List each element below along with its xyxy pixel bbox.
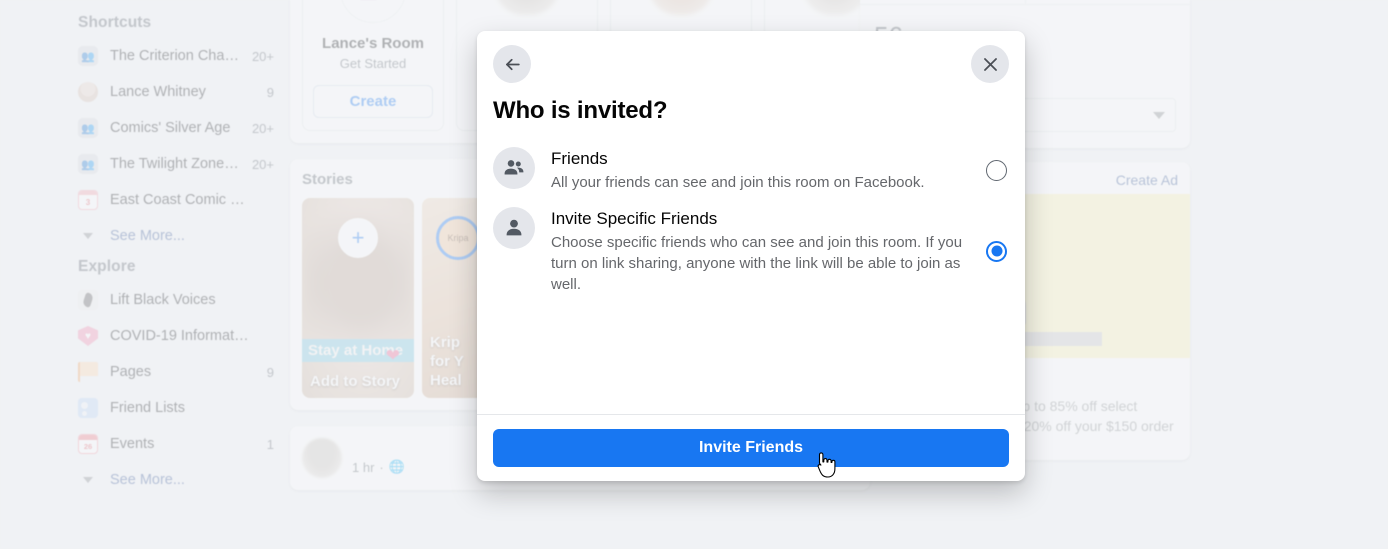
sidebar-item-lance-whitney[interactable]: Lance Whitney 9 [70, 76, 282, 108]
modal-body: Who is invited? Friends All your friends… [477, 97, 1025, 414]
add-to-story-tile[interactable]: + Stay at Home ❤ Add to Story [302, 198, 414, 398]
events-calendar-icon: 26 [78, 434, 98, 454]
sidebar-item-label: The Criterion Chan… [110, 48, 240, 64]
sidebar-item-east-coast-comic[interactable]: 3 East Coast Comic … [70, 184, 282, 216]
close-button[interactable] [971, 45, 1009, 83]
create-room-tile[interactable]: + Lance's Room Get Started Create [302, 0, 444, 131]
sidebar-item-label: Friend Lists [110, 400, 185, 416]
sidebar-item-label: The Twilight Zone … [110, 156, 240, 172]
sidebar-item-criterion-channel[interactable]: 👥 The Criterion Chan… 20+ [70, 40, 282, 72]
sidebar-item-badge: 20+ [251, 120, 274, 136]
sidebar-heading-explore: Explore [78, 258, 136, 275]
option-friends-title: Friends [551, 149, 608, 168]
single-person-icon [493, 207, 535, 249]
modal-title: Who is invited? [493, 97, 668, 124]
sidebar-item-label: Lance Whitney [110, 84, 206, 100]
room-subtitle: Get Started [339, 56, 407, 71]
sidebar-item-lift-black-voices[interactable]: Lift Black Voices [70, 284, 282, 316]
group-icon: 👥 [78, 154, 98, 174]
sidebar-item-pages[interactable]: Pages 9 [70, 356, 282, 388]
see-more-label: See More... [110, 472, 185, 488]
room-icon-circle: + [340, 0, 406, 23]
option-invite-specific-text: Invite Specific Friends Choose specific … [551, 207, 970, 295]
story-author-avatar: Kripa [436, 216, 480, 260]
add-to-story-label: Add to Story [310, 373, 400, 390]
sidebar-item-comics-silver-age[interactable]: 👥 Comics' Silver Age 20+ [70, 112, 282, 144]
sidebar-item-badge: 9 [266, 364, 274, 380]
modal-header [477, 31, 1025, 97]
tab-views[interactable]: ws [860, 0, 1025, 4]
sidebar-item-covid-information[interactable]: COVID-19 Informat… [70, 320, 282, 352]
see-more-label: See More... [110, 228, 185, 244]
flag-icon [78, 362, 98, 382]
sidebar-section-explore: Explore Lift Black Voices COVID-19 Infor… [70, 252, 282, 496]
covid-shield-icon [78, 326, 98, 346]
sidebar-item-badge: 9 [266, 84, 274, 100]
create-room-button[interactable]: Create [313, 85, 433, 118]
sidebar-item-events[interactable]: 26 Events 1 [70, 428, 282, 460]
avatar [495, 0, 559, 15]
sidebar-item-twilight-zone[interactable]: 👥 The Twilight Zone … 20+ [70, 148, 282, 180]
tab-posts[interactable]: Posts [1024, 0, 1191, 4]
option-friends-text: Friends All your friends can see and joi… [551, 147, 970, 193]
back-arrow-icon [505, 58, 520, 70]
option-friends-description: All your friends can see and join this r… [551, 174, 925, 191]
time-separator: · [379, 459, 384, 475]
option-invite-specific-title: Invite Specific Friends [551, 209, 718, 228]
back-button[interactable] [493, 45, 531, 83]
room-name: Lance's Room [322, 35, 424, 52]
group-icon: 👥 [78, 46, 98, 66]
sidebar-heading-shortcuts: Shortcuts [78, 14, 152, 31]
sidebar-section-shortcuts: Shortcuts 👥 The Criterion Chan… 20+ Lanc… [70, 8, 282, 252]
radio-friends[interactable] [986, 159, 1007, 181]
sidebar-item-label: East Coast Comic … [110, 192, 245, 208]
sidebar-item-label: Comics' Silver Age [110, 120, 231, 136]
friends-group-icon-glyph [504, 160, 524, 175]
lift-black-voices-icon [78, 290, 98, 310]
sidebar-item-badge: 20+ [251, 48, 274, 64]
modal-footer: Invite Friends [477, 414, 1025, 481]
avatar [302, 438, 342, 478]
friend-lists-icon [78, 398, 98, 418]
option-invite-specific-description: Choose specific friends who can see and … [551, 234, 963, 293]
calendar-icon: 3 [78, 190, 98, 210]
option-invite-specific-friends[interactable]: Invite Specific Friends Choose specific … [493, 203, 1009, 305]
option-friends[interactable]: Friends All your friends can see and joi… [493, 143, 1009, 203]
invite-friends-button[interactable]: Invite Friends [493, 429, 1009, 467]
chevron-down-icon [1153, 111, 1165, 119]
avatar [803, 0, 867, 15]
radio-invite-specific-friends[interactable] [986, 240, 1007, 262]
post-time-label: 1 hr [352, 459, 375, 475]
sidebar-item-label: COVID-19 Informat… [110, 328, 249, 344]
heart-icon: ❤ [385, 346, 400, 365]
group-icon: 👥 [78, 118, 98, 138]
who-is-invited-modal: Who is invited? Friends All your friends… [477, 31, 1025, 481]
sidebar-item-badge: 20+ [251, 156, 274, 172]
sidebar-item-badge: 1 [266, 436, 274, 452]
chevron-down-icon [78, 226, 98, 246]
sidebar-item-label: Pages [110, 364, 152, 380]
chevron-down-icon [78, 470, 98, 490]
close-icon [983, 57, 997, 71]
avatar-icon [78, 82, 98, 102]
sidebar-item-label: Events [110, 436, 155, 452]
friends-group-icon [493, 147, 535, 189]
sidebar-see-more-explore[interactable]: See More... [70, 464, 282, 496]
sidebar-item-friend-lists[interactable]: Friend Lists [70, 392, 282, 424]
sidebar-item-label: Lift Black Voices [110, 292, 216, 308]
single-person-icon-glyph [506, 219, 522, 236]
left-sidebar: Shortcuts 👥 The Criterion Chan… 20+ Lanc… [0, 0, 290, 549]
plus-icon: + [338, 218, 378, 258]
facebook-page: Shortcuts 👥 The Criterion Chan… 20+ Lanc… [0, 0, 1388, 549]
avatar [649, 0, 713, 15]
globe-icon: 🌐 [388, 459, 405, 474]
sidebar-see-more-shortcuts[interactable]: See More... [70, 220, 282, 252]
